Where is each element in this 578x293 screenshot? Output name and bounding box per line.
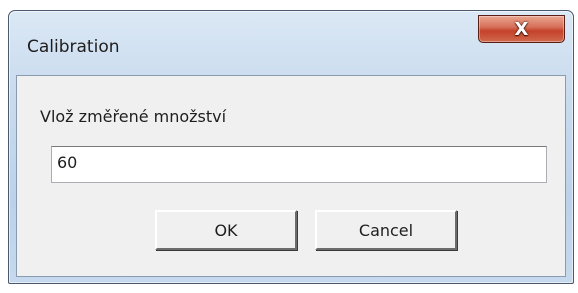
close-icon: X [514,18,529,40]
title-bar[interactable]: Calibration X [9,11,573,65]
dialog-window: Calibration X Vlož změřené množství 60 O… [8,10,574,284]
measured-quantity-input[interactable]: 60 [51,146,547,183]
prompt-label: Vlož změřené množství [40,107,227,126]
window-title: Calibration [27,37,120,57]
ok-button[interactable]: OK [155,210,297,250]
close-button[interactable]: X [478,15,565,43]
dialog-body: Vlož změřené množství 60 OK Cancel [16,75,566,277]
cancel-button[interactable]: Cancel [315,210,457,250]
